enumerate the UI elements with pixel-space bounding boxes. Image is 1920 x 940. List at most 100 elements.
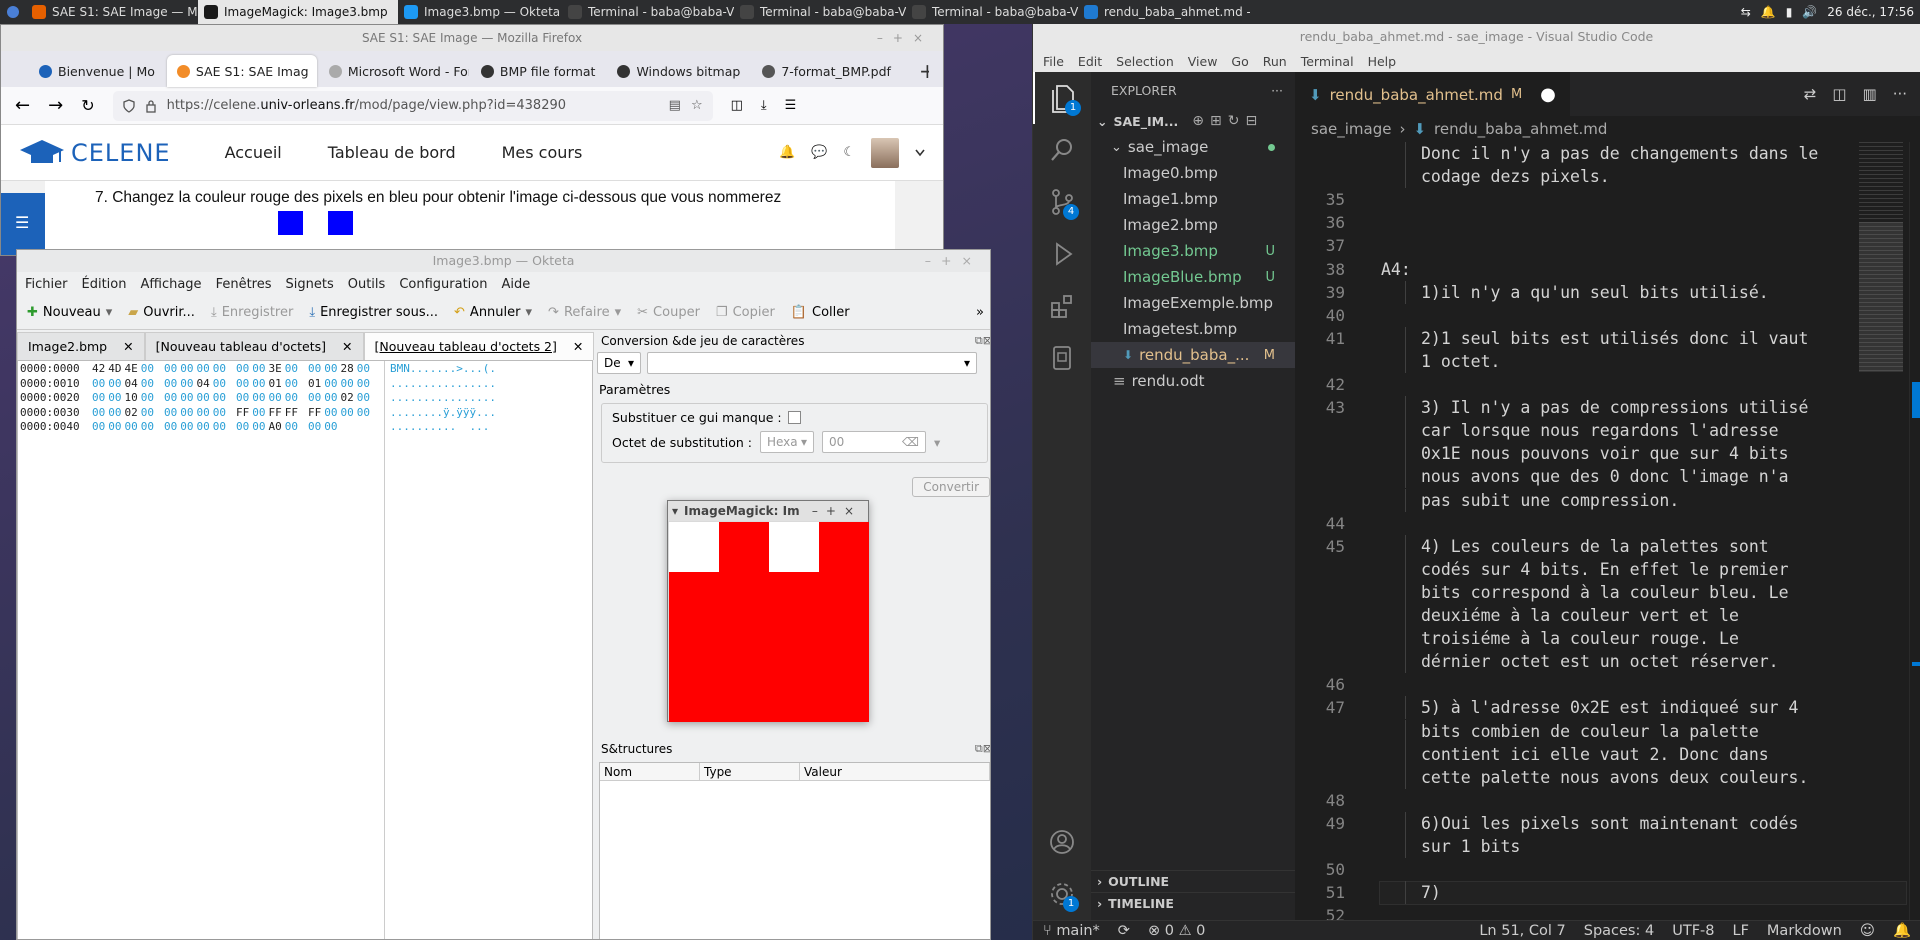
notifications-bell-icon[interactable]: 🔔 bbox=[1893, 922, 1911, 939]
hex-byte[interactable]: 02 bbox=[125, 406, 138, 419]
hex-byte[interactable]: 00 bbox=[180, 420, 193, 433]
hex-byte[interactable]: 00 bbox=[324, 377, 337, 390]
hex-byte[interactable]: FF bbox=[308, 406, 321, 419]
hex-byte[interactable]: 00 bbox=[197, 362, 210, 375]
code-line[interactable]: dérnier octet est un octet réserver. bbox=[1421, 652, 1779, 671]
explorer-actions[interactable]: ⊕⊞↻⊟ bbox=[1192, 113, 1263, 129]
cut-button[interactable]: ✂ Couper bbox=[633, 302, 704, 323]
open-changes-icon[interactable]: ⇄ bbox=[1804, 85, 1817, 103]
hex-byte[interactable]: 00 bbox=[324, 420, 337, 433]
indentation-status[interactable]: Spaces: 4 bbox=[1584, 923, 1654, 939]
browser-tab[interactable]: BMP file format bbox=[471, 55, 606, 87]
hex-byte[interactable]: 00 bbox=[341, 406, 354, 419]
char-column[interactable]: BMN.......>...(. bbox=[390, 362, 496, 375]
hex-byte[interactable]: 00 bbox=[125, 420, 138, 433]
hex-row[interactable]: 0000:0040 00 00 00 00 00 00 00 00 00 00 A0 00 00 00...… bbox=[20, 420, 590, 434]
substitute-checkbox[interactable] bbox=[787, 411, 801, 424]
bookmark-star-icon[interactable]: ☆ bbox=[691, 98, 703, 113]
redo-button[interactable]: ↷ Refaire ▾ bbox=[544, 302, 625, 323]
split-editor-icon[interactable]: ▥ bbox=[1863, 85, 1877, 103]
hex-byte[interactable]: 00 bbox=[180, 362, 193, 375]
hex-bytes[interactable]: 42 4D 4E 00 00 00 00 00 00 00 3E 00 00 00 28 00 bbox=[92, 362, 370, 375]
hex-byte[interactable]: 00 bbox=[164, 406, 177, 419]
code-line[interactable]: 5) à l'adresse 0x2E est indiqueé sur 4 bbox=[1421, 698, 1799, 717]
code-line[interactable]: nous avons que des 0 donc l'image n'a bbox=[1421, 467, 1789, 486]
code-line[interactable]: cette palette nous avons deux couleurs. bbox=[1421, 768, 1808, 787]
hex-byte[interactable]: 00 bbox=[108, 391, 121, 404]
undo-button[interactable]: ↶ Annuler ▾ bbox=[450, 302, 536, 323]
new-tab-button[interactable]: + bbox=[909, 55, 929, 87]
code-line[interactable]: codage dezs pixels. bbox=[1421, 167, 1610, 186]
folder-sae-image[interactable]: ⌄ sae_image bbox=[1091, 134, 1295, 160]
hex-byte[interactable]: 00 bbox=[324, 362, 337, 375]
window-menu-icon[interactable]: ▾ bbox=[672, 504, 678, 518]
menu-item[interactable]: Aide bbox=[501, 277, 530, 292]
hex-byte[interactable]: 00 bbox=[108, 406, 121, 419]
explorer-activity[interactable]: 1 bbox=[1033, 72, 1091, 124]
hex-byte[interactable]: 28 bbox=[341, 362, 354, 375]
menu-item[interactable]: Édition bbox=[82, 277, 127, 292]
hex-byte[interactable]: 00 bbox=[180, 377, 193, 390]
mortarboard-logo-icon[interactable] bbox=[19, 138, 65, 168]
direction-select[interactable]: De ▾ bbox=[597, 352, 641, 374]
forward-arrow-icon[interactable]: → bbox=[48, 95, 63, 116]
code-line[interactable]: A4: bbox=[1381, 260, 1411, 279]
hex-byte[interactable]: 00 bbox=[341, 377, 354, 390]
accounts-activity[interactable] bbox=[1033, 816, 1091, 868]
timeline-panel[interactable]: › TIMELINE bbox=[1091, 892, 1295, 914]
breadcrumb-file[interactable]: rendu_baba_ahmet.md bbox=[1434, 120, 1607, 138]
editor-tab-active[interactable]: ⬇ rendu_baba_ahmet.md M ● bbox=[1295, 72, 1570, 116]
column-header[interactable]: Nom bbox=[600, 763, 700, 780]
sub-value-dropdown[interactable]: ▾ bbox=[934, 435, 940, 450]
hex-byte[interactable]: 4D bbox=[108, 362, 121, 375]
structures-table[interactable]: Nom Type Valeur bbox=[599, 762, 990, 939]
language-mode[interactable]: Markdown bbox=[1767, 923, 1842, 939]
convert-button[interactable]: Convertir bbox=[912, 477, 990, 497]
hex-byte[interactable]: 00 bbox=[252, 362, 265, 375]
hex-byte[interactable]: 00 bbox=[180, 391, 193, 404]
hex-bytes[interactable]: 00 00 04 00 00 00 04 00 00 00 01 00 01 00 00 00 bbox=[92, 377, 370, 390]
hex-byte[interactable]: A0 bbox=[269, 420, 282, 433]
hex-byte[interactable]: 00 bbox=[164, 362, 177, 375]
scm-activity[interactable]: 4 bbox=[1033, 176, 1091, 228]
hex-byte[interactable]: 00 bbox=[213, 377, 226, 390]
column-header[interactable]: Valeur bbox=[800, 763, 990, 780]
vertical-scrollbar[interactable] bbox=[1909, 142, 1920, 920]
clock[interactable]: 26 déc., 17:56 bbox=[1827, 5, 1914, 19]
hex-byte[interactable]: 00 bbox=[285, 362, 298, 375]
menu-item[interactable]: Signets bbox=[286, 277, 334, 292]
hex-byte[interactable]: 00 bbox=[92, 377, 105, 390]
charset-select[interactable]: ▾ bbox=[647, 352, 977, 374]
code-line[interactable]: 1)il n'y a qu'un seul bits utilisé. bbox=[1421, 283, 1769, 302]
window-controls[interactable]: –+× bbox=[877, 25, 933, 51]
hex-row[interactable]: 0000:0020 00 00 10 00 00 00 00 00 00 00 00 00 00 00 02 0… bbox=[20, 391, 590, 405]
menu-item[interactable]: Run bbox=[1263, 54, 1287, 69]
hex-bytes[interactable]: 00 00 02 00 00 00 00 00 FF 00 FF FF FF 00 00 00 bbox=[92, 406, 370, 419]
feedback-icon[interactable]: ☺ bbox=[1860, 923, 1875, 939]
code-line[interactable]: 0x1E nous pouvons voir que sur 4 bits bbox=[1421, 444, 1789, 463]
menu-item[interactable]: File bbox=[1043, 54, 1064, 69]
hex-view[interactable]: 0000:0000 42 4D 4E 00 00 00 00 00 00 00 3E 00 00 00 28 0… bbox=[17, 360, 593, 939]
nav-link[interactable]: Tableau de bord bbox=[328, 143, 456, 162]
hex-byte[interactable]: 00 bbox=[108, 377, 121, 390]
hex-byte[interactable]: 10 bbox=[125, 391, 138, 404]
column-header[interactable]: Type bbox=[700, 763, 800, 780]
file-item[interactable]: Imagetest.bmp bbox=[1091, 316, 1295, 342]
hex-byte[interactable]: 00 bbox=[164, 420, 177, 433]
code-line[interactable]: troisiéme à la couleur rouge. Le bbox=[1421, 629, 1739, 648]
browser-tab[interactable]: SAE S1: SAE Imag× bbox=[166, 55, 317, 87]
hex-bytes[interactable]: 00 00 00 00 00 00 00 00 00 00 A0 00 00 00 bbox=[92, 420, 338, 433]
paste-button[interactable]: 📋 Coller bbox=[787, 302, 854, 323]
eol-status[interactable]: LF bbox=[1733, 923, 1749, 939]
browser-tab[interactable]: Microsoft Word - For bbox=[319, 55, 469, 87]
extensions-activity[interactable] bbox=[1033, 280, 1091, 332]
hex-byte[interactable]: 00 bbox=[213, 420, 226, 433]
menu-item[interactable]: Edit bbox=[1078, 54, 1102, 69]
search-activity[interactable] bbox=[1033, 124, 1091, 176]
hex-byte[interactable]: 00 bbox=[213, 391, 226, 404]
hex-byte[interactable]: 00 bbox=[308, 420, 321, 433]
close-tab-icon[interactable]: ✕ bbox=[573, 339, 583, 354]
workspace-header[interactable]: ⌄ SAE_IM... ⊕⊞↻⊟ bbox=[1091, 108, 1295, 134]
back-arrow-icon[interactable]: ← bbox=[15, 95, 30, 116]
document-tab[interactable]: Image2.bmp ✕ bbox=[17, 332, 145, 360]
